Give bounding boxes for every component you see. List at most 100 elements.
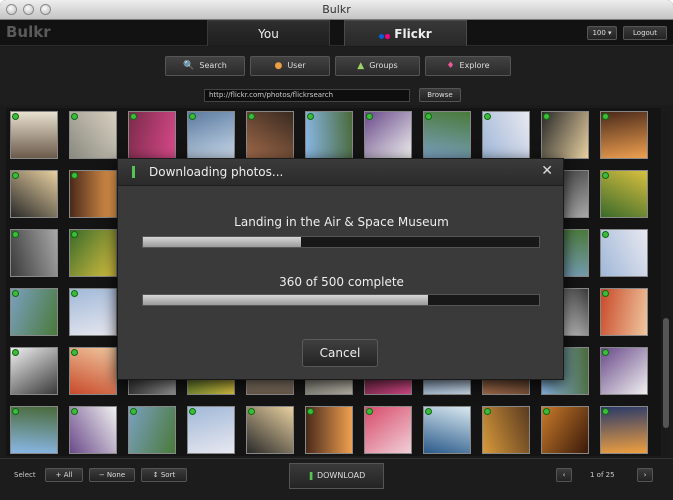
search-mode-button[interactable]: 🔍 Search [165, 56, 245, 76]
selected-check-icon[interactable] [602, 290, 609, 297]
photo-thumbnail[interactable] [364, 406, 412, 454]
selected-check-icon[interactable] [307, 113, 314, 120]
download-arrow-icon: ❚ [307, 471, 315, 480]
selected-check-icon[interactable] [130, 113, 137, 120]
browse-button[interactable]: Browse [419, 88, 461, 102]
photo-thumbnail[interactable] [482, 406, 530, 454]
user-icon: ● [274, 61, 283, 71]
grid-scrollbar[interactable] [662, 108, 670, 456]
selected-check-icon[interactable] [425, 113, 432, 120]
user-mode-button[interactable]: ● User [250, 56, 330, 76]
download-button[interactable]: ❚ DOWNLOAD [289, 463, 384, 489]
photo-thumbnail[interactable] [423, 406, 471, 454]
photo-thumbnail[interactable] [69, 229, 117, 277]
app-header: Bulkr You Flickr 100 ▾ Logout [0, 20, 673, 46]
window-title: Bulkr [322, 3, 351, 16]
tab-you[interactable]: You [207, 20, 330, 46]
selected-check-icon[interactable] [543, 408, 550, 415]
selected-check-icon[interactable] [71, 113, 78, 120]
selected-check-icon[interactable] [248, 408, 255, 415]
photo-thumbnail[interactable] [305, 406, 353, 454]
selected-check-icon[interactable] [602, 408, 609, 415]
selected-check-icon[interactable] [366, 113, 373, 120]
photo-thumbnail[interactable] [423, 111, 471, 159]
count-select[interactable]: 100 ▾ [587, 26, 617, 40]
photo-thumbnail[interactable] [246, 111, 294, 159]
photo-thumbnail[interactable] [10, 288, 58, 336]
sort-button[interactable]: ↕ Sort [141, 468, 187, 482]
photo-thumbnail[interactable] [187, 406, 235, 454]
photo-thumbnail[interactable] [69, 111, 117, 159]
selected-check-icon[interactable] [12, 349, 19, 356]
photo-thumbnail[interactable] [187, 111, 235, 159]
groups-icon: ▲ [357, 61, 365, 71]
close-window-button[interactable] [6, 4, 17, 15]
selected-check-icon[interactable] [189, 113, 196, 120]
selected-check-icon[interactable] [12, 231, 19, 238]
selected-check-icon[interactable] [248, 113, 255, 120]
photo-thumbnail[interactable] [69, 347, 117, 395]
select-none-button[interactable]: − None [89, 468, 135, 482]
select-all-button[interactable]: + All [45, 468, 83, 482]
photo-thumbnail[interactable] [600, 111, 648, 159]
photo-thumbnail[interactable] [482, 111, 530, 159]
zoom-window-button[interactable] [40, 4, 51, 15]
photo-thumbnail[interactable] [246, 406, 294, 454]
selected-check-icon[interactable] [602, 113, 609, 120]
selected-check-icon[interactable] [425, 408, 432, 415]
photo-thumbnail[interactable] [10, 170, 58, 218]
photo-thumbnail[interactable] [600, 406, 648, 454]
selected-check-icon[interactable] [71, 290, 78, 297]
photo-thumbnail[interactable] [10, 347, 58, 395]
photo-thumbnail[interactable] [128, 406, 176, 454]
photo-thumbnail[interactable] [305, 111, 353, 159]
photo-thumbnail[interactable] [600, 170, 648, 218]
groups-mode-button[interactable]: ▲ Groups [335, 56, 420, 76]
cancel-button[interactable]: Cancel [302, 339, 378, 367]
selected-check-icon[interactable] [130, 408, 137, 415]
select-label: Select [14, 471, 36, 479]
selected-check-icon[interactable] [602, 349, 609, 356]
selected-check-icon[interactable] [602, 172, 609, 179]
photo-thumbnail[interactable] [364, 111, 412, 159]
selected-check-icon[interactable] [12, 408, 19, 415]
photo-thumbnail[interactable] [541, 111, 589, 159]
photo-thumbnail[interactable] [128, 111, 176, 159]
selected-check-icon[interactable] [71, 408, 78, 415]
selected-check-icon[interactable] [189, 408, 196, 415]
photo-thumbnail[interactable] [600, 288, 648, 336]
selected-check-icon[interactable] [12, 290, 19, 297]
photo-thumbnail[interactable] [10, 111, 58, 159]
next-page-button[interactable]: › [637, 468, 653, 482]
selected-check-icon[interactable] [484, 408, 491, 415]
selected-check-icon[interactable] [543, 113, 550, 120]
selected-check-icon[interactable] [366, 408, 373, 415]
selected-check-icon[interactable] [12, 172, 19, 179]
groups-mode-label: Groups [369, 61, 398, 70]
selected-check-icon[interactable] [307, 408, 314, 415]
photo-thumbnail[interactable] [600, 229, 648, 277]
close-icon[interactable]: ✕ [541, 163, 553, 179]
prev-page-button[interactable]: ‹ [556, 468, 572, 482]
photo-thumbnail[interactable] [69, 406, 117, 454]
overall-progress-fill [143, 295, 429, 305]
minimize-window-button[interactable] [23, 4, 34, 15]
url-input[interactable]: http://flickr.com/photos/flickrsearch [204, 89, 410, 102]
logout-button[interactable]: Logout [623, 26, 667, 40]
dialog-header: Downloading photos... ✕ [118, 159, 563, 186]
selected-check-icon[interactable] [12, 113, 19, 120]
photo-thumbnail[interactable] [600, 347, 648, 395]
photo-thumbnail[interactable] [10, 406, 58, 454]
scroll-thumb[interactable] [663, 318, 669, 428]
selected-check-icon[interactable] [71, 172, 78, 179]
photo-thumbnail[interactable] [541, 406, 589, 454]
explore-mode-button[interactable]: ♦ Explore [425, 56, 511, 76]
tab-flickr[interactable]: Flickr [344, 20, 467, 46]
photo-thumbnail[interactable] [69, 170, 117, 218]
photo-thumbnail[interactable] [69, 288, 117, 336]
selected-check-icon[interactable] [484, 113, 491, 120]
selected-check-icon[interactable] [602, 231, 609, 238]
selected-check-icon[interactable] [71, 349, 78, 356]
selected-check-icon[interactable] [71, 231, 78, 238]
photo-thumbnail[interactable] [10, 229, 58, 277]
